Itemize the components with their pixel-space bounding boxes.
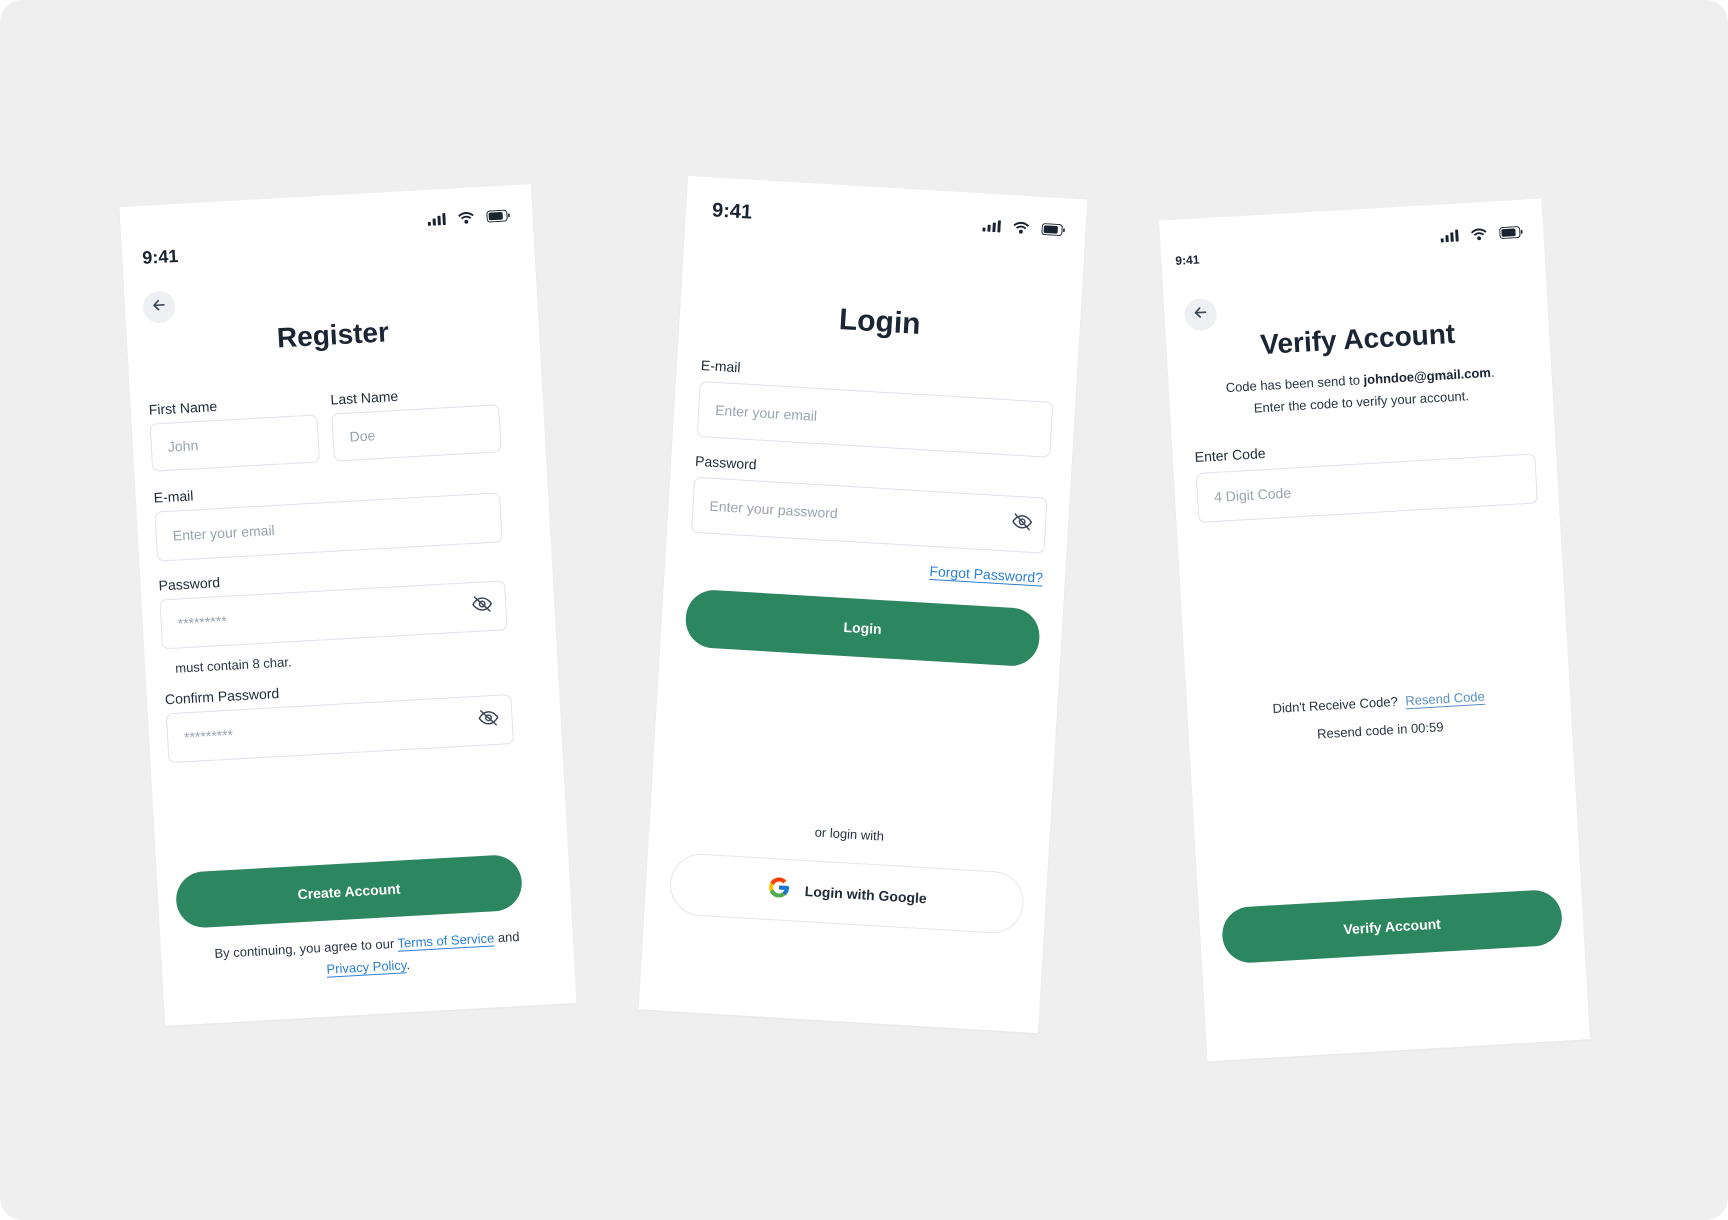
register-screen: 9:41 Register First Name Last — [119, 184, 577, 1026]
verify-email: johndoe@gmail.com — [1363, 364, 1492, 388]
email-field[interactable] — [154, 492, 503, 562]
resend-code-link[interactable]: Resend Code — [1405, 689, 1485, 709]
signal-icon — [982, 219, 1001, 233]
status-time: 9:41 — [1175, 252, 1200, 268]
email-input[interactable] — [711, 382, 1009, 455]
verify-screen: 9:41 Verify Account Code has been send t… — [1159, 198, 1590, 1062]
email-input[interactable] — [169, 495, 458, 560]
code-field[interactable] — [1195, 453, 1538, 523]
first-name-label: First Name — [148, 398, 218, 418]
password-field[interactable] — [690, 476, 1048, 554]
code-label: Enter Code — [1194, 444, 1266, 466]
battery-icon — [486, 209, 511, 223]
create-account-button[interactable]: Create Account — [174, 853, 524, 930]
arrow-left-icon — [1192, 304, 1209, 326]
password-label: Password — [158, 574, 221, 594]
battery-icon — [1499, 226, 1524, 239]
wifi-icon — [457, 211, 475, 224]
code-input[interactable] — [1210, 457, 1493, 522]
wifi-icon — [1012, 221, 1030, 234]
last-name-input[interactable] — [346, 407, 457, 460]
eye-off-icon[interactable] — [471, 592, 494, 620]
terms-link[interactable]: Terms of Service — [397, 930, 494, 950]
page-title: Register — [276, 316, 390, 354]
privacy-link[interactable]: Privacy Policy — [326, 957, 407, 976]
status-time: 9:41 — [711, 199, 753, 224]
signal-icon — [1440, 229, 1459, 243]
verify-description: Code has been send to johndoe@gmail.com.… — [1225, 364, 1495, 416]
signal-icon — [427, 212, 446, 226]
verify-account-button[interactable]: Verify Account — [1220, 888, 1564, 965]
or-login-with-text: or login with — [814, 824, 885, 844]
status-bar: 9:41 — [119, 184, 533, 268]
google-button-label: Login with Google — [804, 883, 928, 907]
legal-text: By continuing, you agree to our Terms of… — [214, 928, 520, 977]
first-name-field[interactable] — [149, 414, 320, 472]
email-field[interactable] — [696, 380, 1054, 458]
status-bar: 9:41 — [685, 176, 1087, 250]
page-title: Verify Account — [1259, 317, 1456, 361]
back-button[interactable] — [142, 290, 176, 324]
status-bar: 9:41 — [1159, 199, 1544, 271]
password-label: Password — [694, 452, 758, 473]
wifi-icon — [1470, 228, 1488, 241]
google-login-button[interactable]: Login with Google — [668, 852, 1026, 935]
password-input[interactable] — [174, 583, 463, 648]
last-name-field[interactable] — [331, 404, 502, 462]
google-icon — [766, 874, 792, 904]
confirm-password-input[interactable] — [180, 697, 470, 762]
status-time: 9:41 — [141, 245, 179, 268]
eye-off-icon[interactable] — [1010, 510, 1034, 538]
back-button[interactable] — [1183, 297, 1218, 332]
forgot-password-link[interactable]: Forgot Password? — [929, 563, 1043, 586]
battery-icon — [1041, 223, 1066, 236]
password-hint: must contain 8 char. — [174, 654, 292, 676]
arrow-left-icon — [151, 296, 168, 318]
first-name-input[interactable] — [164, 417, 276, 470]
email-label: E-mail — [700, 356, 741, 376]
confirm-password-label: Confirm Password — [164, 684, 280, 708]
login-screen: 9:41 Login E-mail Password — [638, 175, 1088, 1034]
email-label: E-mail — [153, 487, 194, 506]
eye-off-icon[interactable] — [477, 706, 500, 734]
last-name-label: Last Name — [330, 387, 399, 408]
page-title: Login — [838, 303, 922, 341]
canvas-background: 9:41 Register First Name Last — [0, 0, 1728, 1220]
login-button[interactable]: Login — [684, 588, 1042, 668]
password-input[interactable] — [705, 478, 1003, 550]
